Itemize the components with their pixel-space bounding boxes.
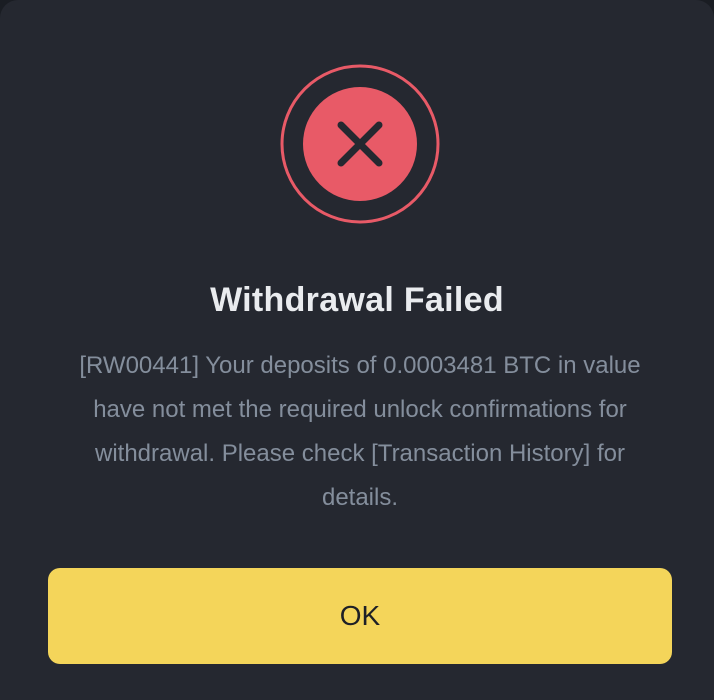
withdrawal-failed-dialog: Withdrawal Failed [RW00441] Your deposit… xyxy=(0,0,714,700)
ok-button[interactable]: OK xyxy=(48,568,672,664)
error-message: [RW00441] Your deposits of 0.0003481 BTC… xyxy=(79,352,641,511)
error-x-icon xyxy=(280,64,440,224)
dialog-title: Withdrawal Failed xyxy=(210,281,504,319)
